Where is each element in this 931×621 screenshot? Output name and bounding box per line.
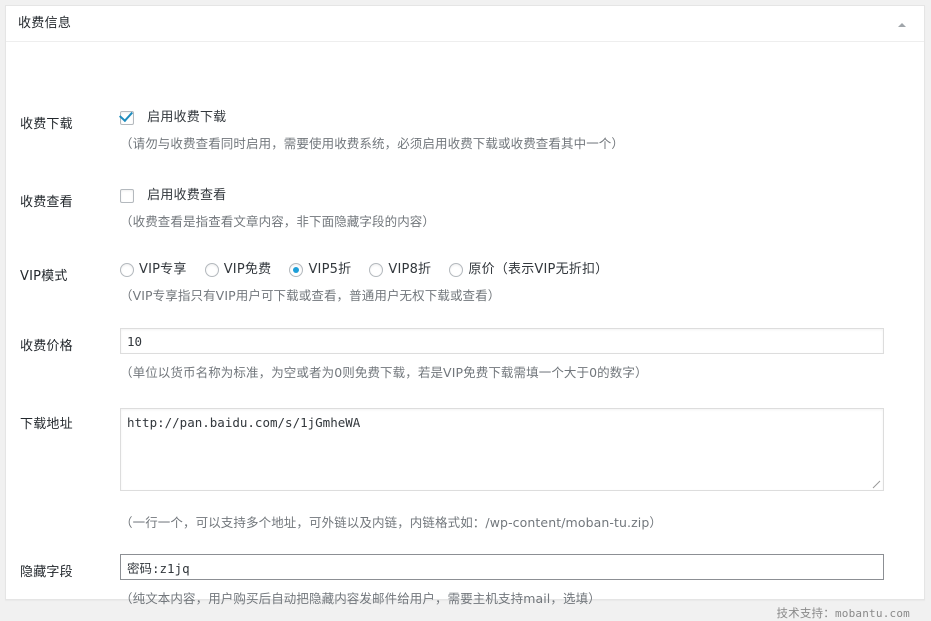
vip-mode-label-exclusive[interactable]: VIP专享 xyxy=(139,260,187,280)
label-hidden-field: 隐藏字段 xyxy=(20,565,73,580)
vip-mode-radio-original[interactable] xyxy=(449,263,464,277)
vip-mode-option-free[interactable]: VIP免费 xyxy=(204,260,272,281)
paid-download-description: （请勿与收费查看同时启用，需要使用收费系统，必须启用收费下载或收费查看其中一个） xyxy=(120,136,625,151)
download-url-textarea-wrap xyxy=(120,408,884,491)
label-price: 收费价格 xyxy=(20,339,73,354)
label-paid-view: 收费查看 xyxy=(20,195,73,210)
credit-site: mobantu.com xyxy=(834,607,910,620)
paid-view-checkbox-row[interactable]: 启用收费查看 xyxy=(120,186,435,206)
vip-mode-label-free[interactable]: VIP免费 xyxy=(224,260,272,280)
vip-mode-radio-50percent[interactable] xyxy=(289,263,304,277)
panel-header: 收费信息 xyxy=(6,6,924,42)
vip-mode-radio-free[interactable] xyxy=(204,263,219,277)
vip-mode-option-exclusive[interactable]: VIP专享 xyxy=(120,260,187,281)
paid-view-checkbox[interactable] xyxy=(120,189,134,203)
panel-title: 收费信息 xyxy=(18,16,72,31)
paid-view-checkbox-label[interactable]: 启用收费查看 xyxy=(147,186,226,206)
paid-download-checkbox-label[interactable]: 启用收费下载 xyxy=(147,108,226,128)
vip-mode-option-original[interactable]: 原价（表示VIP无折扣） xyxy=(449,260,608,281)
paid-download-checkbox-row[interactable]: 启用收费下载 xyxy=(120,108,624,128)
field-price: （单位以货币名称为标准，为空或者为0则免费下载，若是VIP免费下载需填一个大于0… xyxy=(120,328,884,382)
vip-mode-radio-80percent[interactable] xyxy=(369,263,384,277)
download-url-description: （一行一个，可以支持多个地址，可外链以及内链，内链格式如：/wp-content… xyxy=(120,515,662,530)
paid-info-panel: 收费信息 收费下载 启用收费下载 （请勿与收费查看同时启用，需要使用收费系统，必… xyxy=(5,5,925,620)
vip-mode-radio-exclusive[interactable] xyxy=(120,263,134,277)
hidden-field-input[interactable] xyxy=(120,554,884,580)
field-paid-download: 启用收费下载 （请勿与收费查看同时启用，需要使用收费系统，必须启用收费下载或收费… xyxy=(120,108,624,153)
price-description: （单位以货币名称为标准，为空或者为0则免费下载，若是VIP免费下载需填一个大于0… xyxy=(120,365,648,380)
paid-download-checkbox[interactable] xyxy=(120,111,134,125)
vip-mode-label-original[interactable]: 原价（表示VIP无折扣） xyxy=(468,260,608,280)
vip-mode-radio-group: VIP专享 VIP免费 VIP5折 VIP8折 原价（表示VIP无折扣） xyxy=(120,260,622,280)
paid-view-description: （收费查看是指查看文章内容，非下面隐藏字段的内容） xyxy=(120,214,436,229)
label-paid-download: 收费下载 xyxy=(20,117,73,132)
label-vip-mode: VIP模式 xyxy=(20,269,68,284)
vip-mode-label-50percent[interactable]: VIP5折 xyxy=(308,260,351,280)
field-vip-mode: VIP专享 VIP免费 VIP5折 VIP8折 原价（表示VIP无折扣） （VI… xyxy=(120,260,622,305)
chevron-up-icon[interactable] xyxy=(894,17,910,33)
tech-support-credit: 技术支持：mobantu.com xyxy=(776,605,910,621)
label-download-url: 下载地址 xyxy=(20,417,73,432)
vip-mode-label-80percent[interactable]: VIP8折 xyxy=(388,260,431,280)
vip-mode-option-50percent[interactable]: VIP5折 xyxy=(289,260,351,281)
hidden-field-description: （纯文本内容，用户购买后自动把隐藏内容发邮件给用户，需要主机支持mail，选填） xyxy=(120,591,601,606)
download-url-textarea[interactable] xyxy=(120,408,884,491)
vip-mode-description: （VIP专享指只有VIP用户可下载或查看，普通用户无权下载或查看） xyxy=(120,288,501,303)
field-hidden-field: （纯文本内容，用户购买后自动把隐藏内容发邮件给用户，需要主机支持mail，选填） xyxy=(120,554,884,608)
field-paid-view: 启用收费查看 （收费查看是指查看文章内容，非下面隐藏字段的内容） xyxy=(120,186,435,231)
vip-mode-option-80percent[interactable]: VIP8折 xyxy=(369,260,431,281)
price-input[interactable] xyxy=(120,328,884,354)
field-download-url: （一行一个，可以支持多个地址，可外链以及内链，内链格式如：/wp-content… xyxy=(120,408,884,532)
credit-prefix: 技术支持： xyxy=(776,606,835,620)
